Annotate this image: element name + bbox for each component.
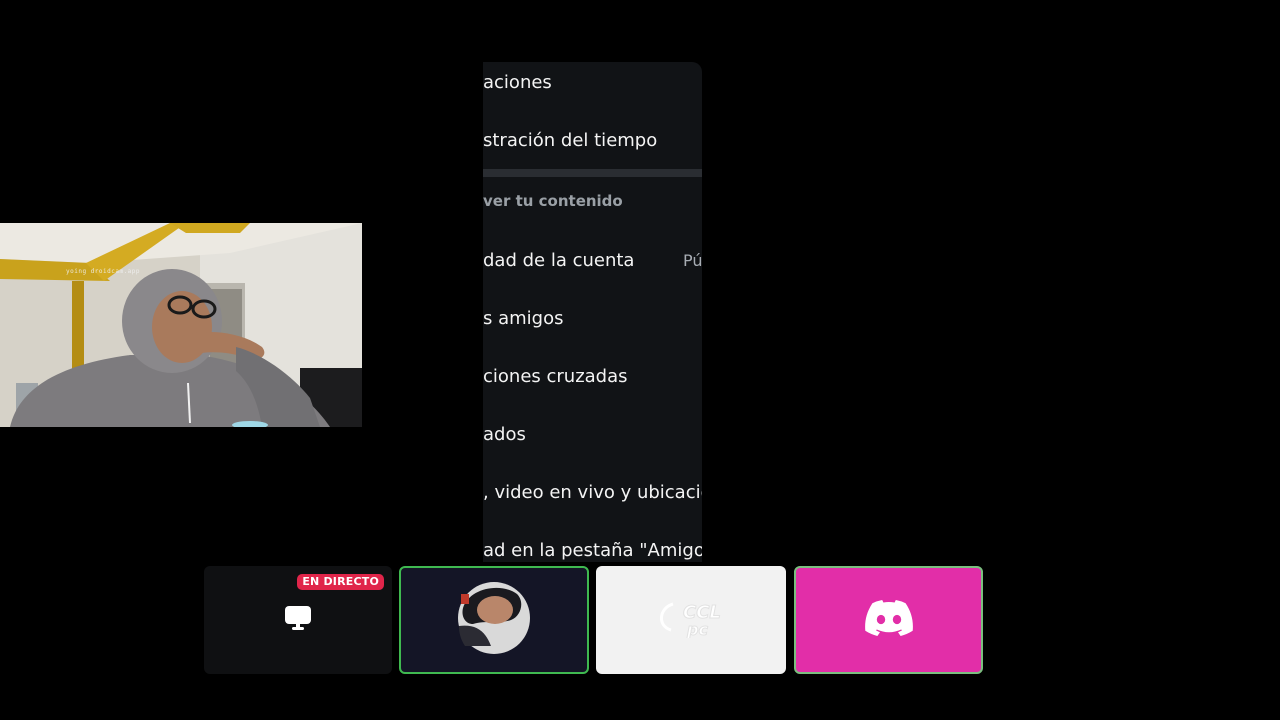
settings-row-label: aciones xyxy=(483,71,552,93)
monitor-icon xyxy=(284,605,312,635)
privacy-settings-panel: aciones stración del tiempo ver tu conte… xyxy=(483,62,702,562)
live-badge: EN DIRECTO xyxy=(297,574,384,590)
settings-row-crossposting[interactable]: ciones cruzadas xyxy=(483,356,702,396)
settings-row-label: s amigos xyxy=(483,307,564,329)
section-header-who-can-see: ver tu contenido xyxy=(483,192,623,210)
screen: yoing droidcam.app aciones stración del … xyxy=(0,0,1280,720)
settings-row-label: , video en vivo y ubicación xyxy=(483,481,702,503)
thumbnail-discord[interactable] xyxy=(794,566,983,674)
settings-row-label: stración del tiempo xyxy=(483,129,658,151)
logo-icon: CCL pc xyxy=(653,598,729,642)
settings-row-label: ados xyxy=(483,423,526,445)
settings-row-label: dad de la cuenta xyxy=(483,249,635,271)
settings-row-notifications[interactable]: aciones xyxy=(483,62,702,102)
profile-photo xyxy=(455,580,533,660)
settings-row-live-location[interactable]: , video en vivo y ubicación xyxy=(483,472,702,512)
thumbnail-game-logo[interactable]: CCL pc xyxy=(596,566,786,674)
settings-row-friends-tab[interactable]: ad en la pestaña "Amigos" xyxy=(483,530,702,562)
section-divider xyxy=(483,169,702,177)
settings-row-account-privacy[interactable]: dad de la cuenta Pú xyxy=(483,240,702,280)
settings-row-label: ad en la pestaña "Amigos" xyxy=(483,539,702,561)
settings-row-blocked[interactable]: ados xyxy=(483,414,702,454)
settings-row-value: Pú xyxy=(683,250,702,270)
thumbnail-live-screen[interactable]: EN DIRECTO xyxy=(204,566,392,674)
webcam-video-frame xyxy=(0,223,362,427)
svg-text:pc: pc xyxy=(686,620,708,638)
settings-row-friends[interactable]: s amigos xyxy=(483,298,702,338)
thumbnail-avatar-stream[interactable] xyxy=(399,566,589,674)
discord-icon xyxy=(864,600,913,640)
webcam-overlay: yoing droidcam.app xyxy=(0,223,362,427)
settings-row-label: ciones cruzadas xyxy=(483,365,628,387)
settings-row-time-management[interactable]: stración del tiempo xyxy=(483,120,702,160)
